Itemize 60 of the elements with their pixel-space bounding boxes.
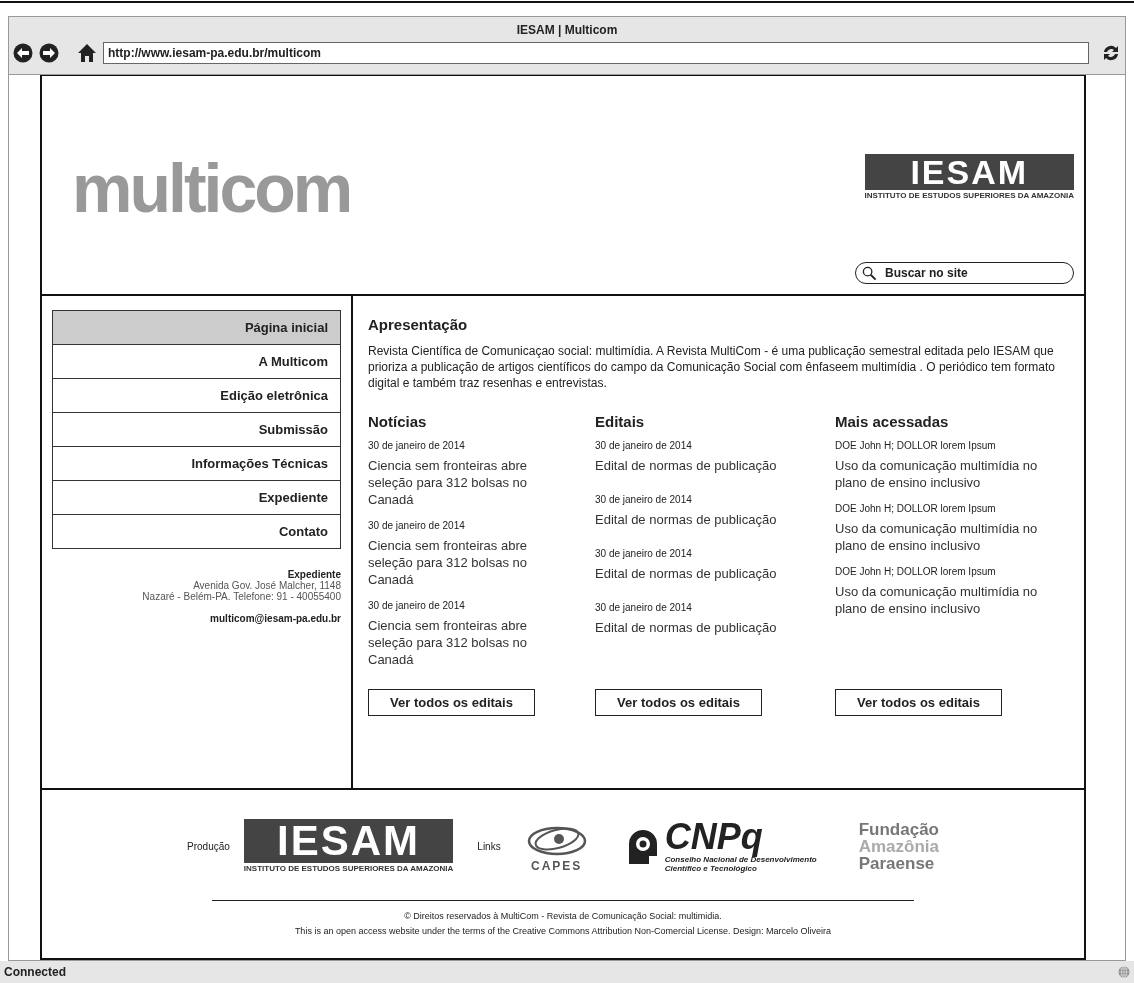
links-label: Links bbox=[477, 840, 501, 852]
home-icon[interactable] bbox=[77, 43, 97, 63]
menu-item[interactable]: Expediente bbox=[53, 481, 340, 515]
menu-item[interactable]: Edição eletrônica bbox=[53, 379, 340, 413]
menu-item[interactable]: Página inicial bbox=[53, 311, 340, 345]
item-link[interactable]: Edital de normas de publicação bbox=[595, 619, 795, 636]
iesam-logo: IESAM INSTITUTO DE ESTUDOS SUPERIORES DA AMAZONIA bbox=[864, 154, 1074, 200]
foundation-logo-text: Fundação bbox=[858, 820, 939, 838]
site-logo: multicom bbox=[71, 149, 351, 228]
view-all-button[interactable]: Ver todos os editais bbox=[595, 689, 762, 716]
item-meta: DOE John H; DOLLOR lorem Ipsum bbox=[835, 440, 997, 451]
view-all-button[interactable]: Ver todos os editais bbox=[835, 689, 1002, 716]
menu-item[interactable]: A Multicom bbox=[53, 345, 340, 379]
menu-item[interactable]: Informações Técnicas bbox=[53, 447, 340, 481]
menu-item[interactable]: Submissão bbox=[53, 413, 340, 447]
contact-address: Nazaré - Belém-PA. Telefone: 91 - 40055400 bbox=[141, 591, 341, 602]
item-meta: 30 de janeiro de 2014 bbox=[595, 602, 693, 613]
window-title: IESAM | Multicom bbox=[515, 22, 619, 39]
forward-icon[interactable] bbox=[39, 43, 59, 63]
foundation-logo-text: Paraense bbox=[858, 854, 936, 872]
foundation-logo-text: Amazônia bbox=[858, 837, 939, 855]
reload-icon[interactable] bbox=[1101, 43, 1121, 63]
cnpq-logo[interactable]: CNPq bbox=[664, 819, 835, 855]
column-heading: Editais bbox=[595, 413, 646, 430]
item-meta: DOE John H; DOLLOR lorem Ipsum bbox=[835, 503, 997, 514]
search-icon bbox=[862, 265, 877, 281]
item-meta: DOE John H; DOLLOR lorem Ipsum bbox=[835, 566, 997, 577]
copyright-text: This is an open access website under the terms of the Creative Commons Attribution Non-Comercial License. Design: Marcelo Oliveira bbox=[294, 925, 832, 938]
item-link[interactable]: Ciencia sem fronteiras abre seleção para 312 bolsas no Canadá bbox=[368, 537, 548, 588]
item-link[interactable]: Edital de normas de publicação bbox=[595, 457, 795, 474]
item-meta: 30 de janeiro de 2014 bbox=[368, 520, 466, 531]
iesam-logo[interactable]: IESAM INSTITUTO DE ESTUDOS SUPERIORES DA AMAZONIA bbox=[243, 819, 454, 873]
view-all-button[interactable]: Ver todos os editais bbox=[368, 689, 535, 716]
capes-logo[interactable]: CAPES bbox=[531, 859, 583, 873]
address-field[interactable]: http://www.iesam-pa.edu.br/multicom bbox=[103, 42, 1089, 64]
item-link[interactable]: Uso da comunicação multimídia no plano de ensino inclusivo bbox=[835, 457, 1045, 491]
item-link[interactable]: Edital de normas de publicação bbox=[595, 511, 795, 528]
item-meta: 30 de janeiro de 2014 bbox=[595, 548, 693, 559]
item-link[interactable]: Ciencia sem fronteiras abre seleção para 312 bolsas no Canadá bbox=[368, 457, 548, 508]
item-link[interactable]: Uso da comunicação multimídia no plano de ensino inclusivo bbox=[835, 583, 1045, 617]
column-heading: Notícias bbox=[368, 413, 428, 430]
item-link[interactable]: Edital de normas de publicação bbox=[595, 565, 795, 582]
back-icon[interactable] bbox=[13, 43, 33, 63]
status-text: Connected bbox=[4, 965, 66, 979]
item-meta: 30 de janeiro de 2014 bbox=[595, 440, 693, 451]
contact-address: Avenida Gov. José Malcher, 1148 bbox=[192, 580, 341, 591]
production-label: Produção bbox=[187, 840, 230, 852]
intro-paragraph: Revista Científica de Comunicaçao social: multimídia. A Revista MultiCom - é uma publicação semestral editada pelo IESAM que prioriza a publicação de artigos científicos do campo da Comunicação Social com ênfaseem multimídia . O periódico tem formato digital e também traz resenhas e entrevistas. bbox=[368, 343, 1056, 391]
globe-icon bbox=[1118, 966, 1130, 978]
item-meta: 30 de janeiro de 2014 bbox=[595, 494, 693, 505]
menu-item[interactable]: Contato bbox=[53, 515, 340, 548]
contact-heading: Expediente bbox=[287, 569, 341, 580]
copyright-text: © Direitos reservados à MultiCom - Revista de Comunicação Social: multimidia. bbox=[404, 910, 722, 923]
item-meta: 30 de janeiro de 2014 bbox=[368, 600, 466, 611]
email-link[interactable]: multicom@iesam-pa.edu.br bbox=[52, 613, 341, 624]
section-heading: Apresentação bbox=[368, 316, 469, 333]
item-link[interactable]: Uso da comunicação multimídia no plano de ensino inclusivo bbox=[835, 520, 1045, 554]
item-link[interactable]: Ciencia sem fronteiras abre seleção para 312 bolsas no Canadá bbox=[368, 617, 548, 668]
column-heading: Mais acessadas bbox=[835, 413, 950, 430]
item-meta: 30 de janeiro de 2014 bbox=[368, 440, 466, 451]
